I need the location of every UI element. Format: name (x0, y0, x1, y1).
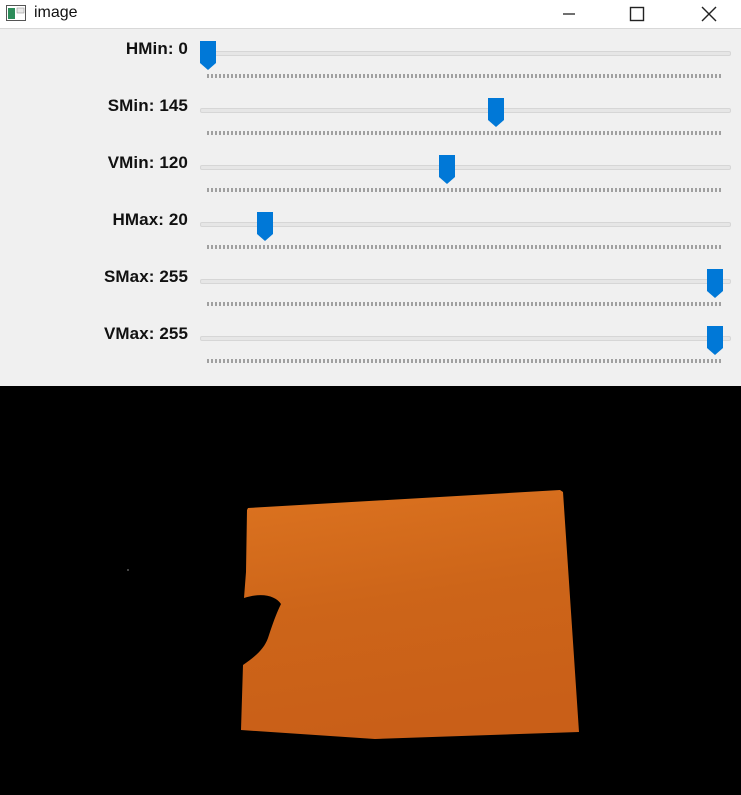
maximize-icon (629, 6, 645, 22)
trackbar-ticks (207, 131, 723, 135)
trackbar-ticks (207, 245, 723, 249)
trackbar-vmax[interactable]: VMax: 255 (0, 320, 741, 377)
trackbar-label: HMax: 20 (112, 210, 188, 229)
trackbar-label: HMin: 0 (125, 39, 188, 58)
maximize-button[interactable] (614, 0, 660, 28)
masked-orange-object (241, 490, 579, 739)
trackbar-vmin[interactable]: VMin: 120 (0, 149, 741, 206)
trackbar-hmin[interactable]: HMin: 0 (0, 35, 741, 92)
trackbar-ticks (207, 359, 723, 363)
trackbar-thumb[interactable] (707, 269, 723, 299)
trackbar-panel: HMin: 0 SMin: 145 VMin: 120 HMax: 20 SMax: 2… (0, 29, 741, 386)
app-window-icon (6, 5, 26, 21)
close-icon (701, 6, 717, 22)
trackbar-smin[interactable]: SMin: 145 (0, 92, 741, 149)
close-button[interactable] (686, 0, 732, 28)
title-bar: image (0, 0, 741, 29)
mask-noise-speck (127, 569, 129, 571)
trackbar-thumb[interactable] (200, 41, 216, 71)
trackbar-track[interactable] (200, 165, 731, 170)
minimize-icon (562, 7, 576, 21)
trackbar-track[interactable] (200, 279, 731, 284)
trackbar-label: VMax: 255 (103, 324, 188, 343)
trackbar-thumb[interactable] (488, 98, 505, 128)
trackbar-ticks (207, 188, 723, 192)
trackbar-smax[interactable]: SMax: 255 (0, 263, 741, 320)
trackbar-track[interactable] (200, 51, 731, 56)
trackbar-label: VMin: 120 (107, 153, 188, 172)
image-view (0, 386, 741, 795)
window-title: image (34, 4, 78, 21)
trackbar-track[interactable] (200, 336, 731, 341)
minimize-button[interactable] (546, 0, 592, 28)
trackbar-thumb[interactable] (438, 155, 455, 185)
trackbar-label: SMin: 145 (107, 96, 188, 115)
trackbar-ticks (207, 74, 723, 78)
trackbar-label: SMax: 255 (103, 267, 188, 286)
trackbar-thumb[interactable] (256, 212, 273, 242)
trackbar-track[interactable] (200, 222, 731, 227)
trackbar-hmax[interactable]: HMax: 20 (0, 206, 741, 263)
trackbar-ticks (207, 302, 723, 306)
trackbar-track[interactable] (200, 108, 731, 113)
trackbar-thumb[interactable] (707, 326, 723, 356)
